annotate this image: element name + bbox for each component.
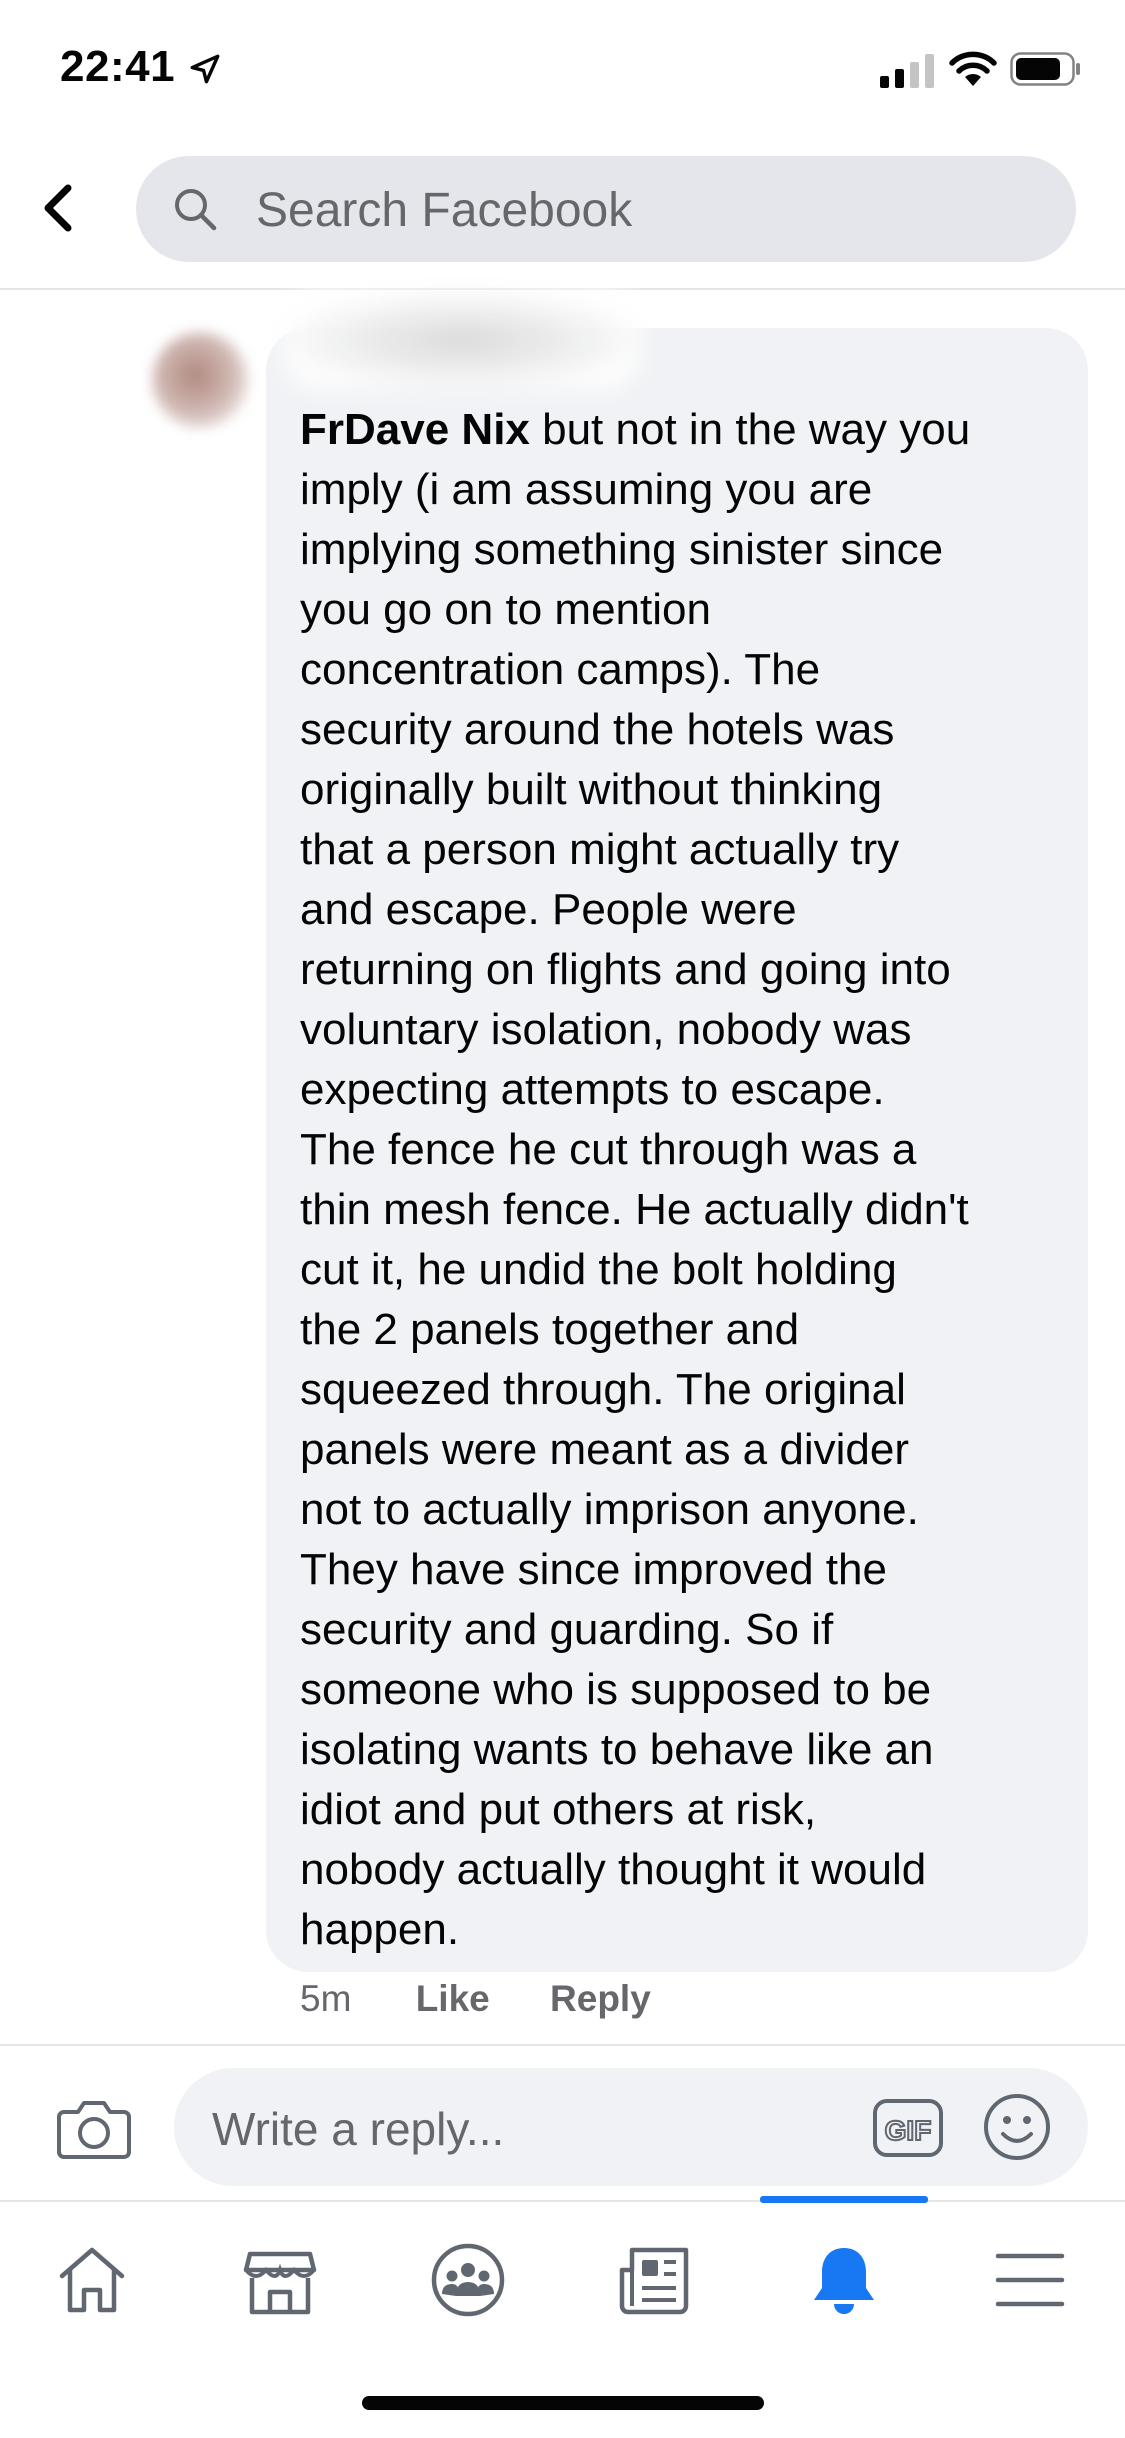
location-arrow-icon (190, 54, 220, 84)
comment-line: security and guarding. So if (300, 1605, 834, 1654)
tab-marketplace[interactable] (220, 2232, 340, 2332)
comment-line: security around the hotels was (300, 705, 895, 754)
comment-line: you go on to mention (300, 585, 711, 634)
avatar[interactable] (152, 332, 248, 428)
marketplace-icon (243, 2251, 317, 2315)
comment-line: squeezed through. The original (300, 1365, 906, 1414)
signal-icon (880, 54, 934, 88)
gif-icon[interactable]: GIF (872, 2098, 944, 2158)
gif-label: GIF (885, 2115, 932, 2146)
comment-line: panels were meant as a divider (300, 1425, 909, 1474)
comment-line: imply (i am assuming you are (300, 465, 873, 514)
comment-line: concentration camps). The (300, 645, 821, 694)
blurred-commenter-name (282, 290, 642, 390)
tab-home[interactable] (32, 2232, 152, 2332)
comment-line: not to actually imprison anyone. (300, 1485, 919, 1534)
comment-line: voluntary isolation, nobody was (300, 1005, 912, 1054)
comment-line: cut it, he undid the bolt holding (300, 1245, 897, 1294)
like-button[interactable]: Like (416, 1978, 490, 2020)
search-icon (175, 189, 217, 231)
comment-line: originally built without thinking (300, 765, 883, 814)
search-placeholder: Search Facebook (256, 184, 633, 237)
comment-line: thin mesh fence. He actually didn't (300, 1185, 969, 1234)
battery-icon (1010, 52, 1080, 86)
comment-timestamp[interactable]: 5m (300, 1978, 351, 2020)
camera-icon[interactable] (56, 2096, 132, 2160)
news-icon (619, 2247, 689, 2315)
comment-line: returning on flights and going into (300, 945, 951, 994)
reply-input[interactable]: Write a reply... GIF (174, 2068, 1088, 2186)
active-tab-indicator (760, 2196, 928, 2203)
comment-line: nobody actually thought it would (300, 1845, 927, 1894)
notifications-icon (814, 2248, 874, 2314)
tab-menu[interactable] (970, 2232, 1090, 2332)
comment-line: implying something sinister since (300, 525, 944, 574)
home-icon (59, 2247, 125, 2313)
search-header: Search Facebook (0, 140, 1125, 290)
tab-news[interactable] (594, 2232, 714, 2332)
comment-line: isolating wants to behave like an (300, 1725, 934, 1774)
comment-line: someone who is supposed to be (300, 1665, 932, 1714)
reply-placeholder: Write a reply... (212, 2103, 505, 2155)
wifi-icon (949, 51, 997, 86)
comment-actions: 5m Like Reply (300, 1978, 651, 2020)
reply-composer: Write a reply... GIF (0, 2044, 1125, 2198)
comment-line: that a person might actually try (300, 825, 900, 874)
comment-line: and escape. People were (300, 885, 797, 934)
comment-text: FrDave Nix but not in the way you imply … (300, 400, 1070, 1960)
groups-icon (431, 2243, 505, 2317)
tab-groups[interactable] (408, 2232, 528, 2332)
menu-icon (995, 2253, 1065, 2307)
search-input[interactable]: Search Facebook (136, 156, 1076, 262)
emoji-icon[interactable] (982, 2092, 1052, 2162)
mentioned-user-link[interactable]: FrDave Nix (300, 405, 530, 454)
comment-line: FrDave Nix but not in the way you (300, 405, 971, 454)
reply-button[interactable]: Reply (550, 1978, 651, 2020)
comment-line: expecting attempts to escape. (300, 1065, 885, 1114)
comment-line: The fence he cut through was a (300, 1125, 917, 1174)
tab-notifications[interactable] (784, 2232, 904, 2332)
comment-line: idiot and put others at risk, (300, 1785, 817, 1834)
comment-line: They have since improved the (300, 1545, 887, 1594)
comment-line: the 2 panels together and (300, 1305, 800, 1354)
comment-line: happen. (300, 1905, 460, 1954)
back-arrow-icon[interactable] (30, 178, 90, 238)
status-time: 22:41 (60, 42, 176, 91)
status-bar: 22:41 (0, 0, 1125, 140)
home-indicator (362, 2396, 764, 2410)
